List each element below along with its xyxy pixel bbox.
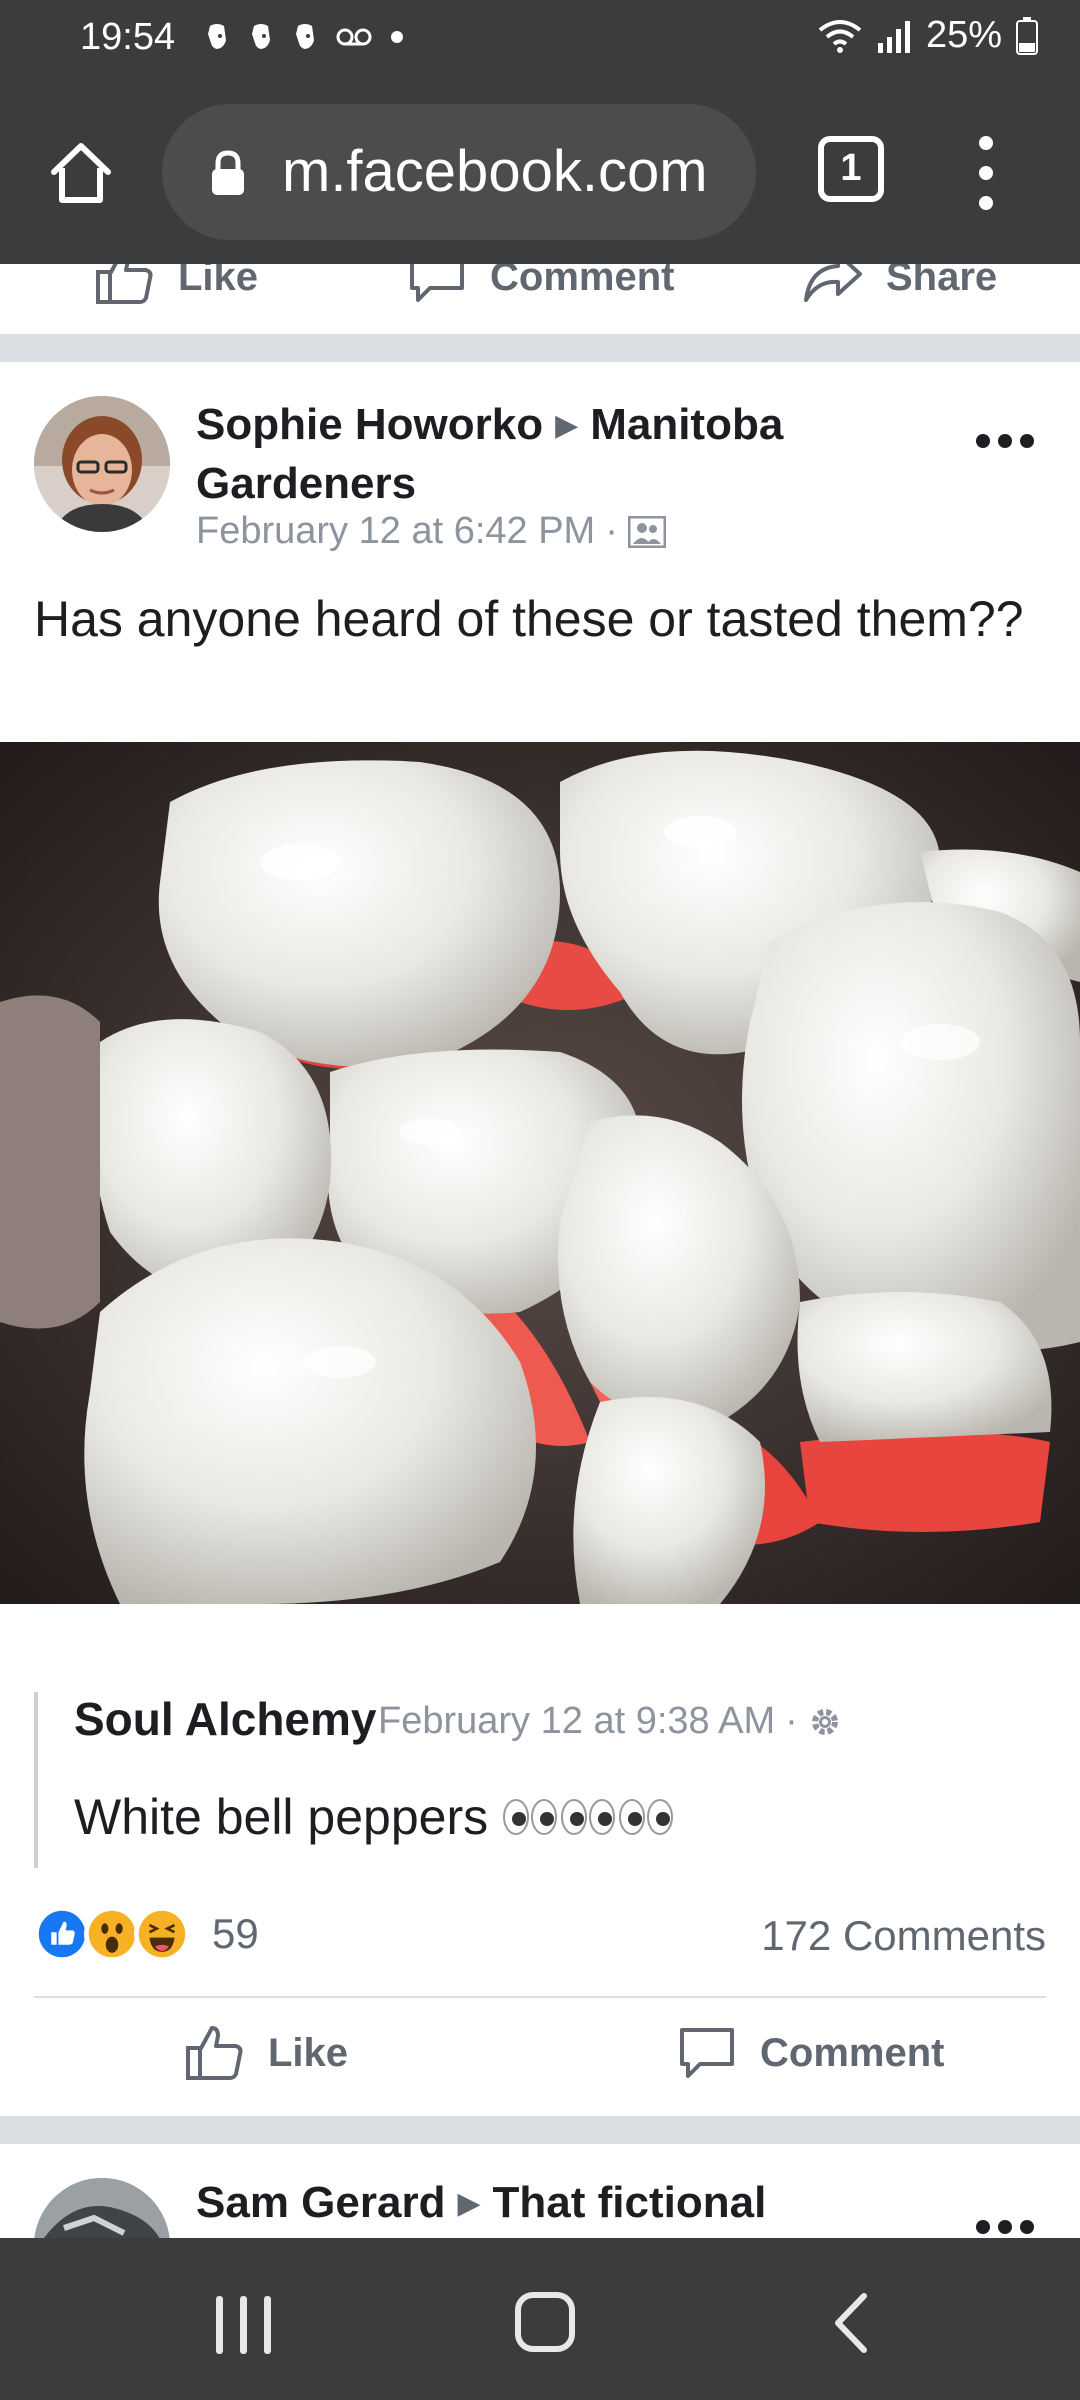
haha-reaction-icon — [134, 1906, 190, 1962]
next-author-photo — [34, 2178, 170, 2238]
like-button[interactable]: Like — [184, 2022, 348, 2084]
status-right: 25% — [818, 14, 1038, 57]
share-icon — [804, 264, 862, 302]
action-divider — [34, 1996, 1046, 1998]
wifi-icon — [818, 19, 862, 53]
recent-apps-icon[interactable] — [214, 2296, 274, 2354]
previous-like-label: Like — [178, 264, 259, 299]
top-comment[interactable]: Soul Alchemy February 12 at 9:38 AM · Wh… — [34, 1692, 1034, 1868]
comment-author-name[interactable]: Soul Alchemy — [74, 1692, 376, 1746]
author-avatar[interactable] — [34, 396, 170, 532]
system-navigation-bar — [0, 2238, 1080, 2400]
previous-share-label: Share — [886, 264, 998, 299]
evernote-icon — [252, 24, 270, 49]
post-text: Has anyone heard of these or tasted them… — [34, 591, 1024, 647]
back-icon[interactable] — [830, 2292, 870, 2354]
like-label: Like — [268, 2030, 349, 2075]
previous-share-button[interactable]: Share — [802, 264, 997, 308]
post-header: Sophie Howorko ▶ Manitoba Gardeners — [196, 396, 976, 513]
comment-timestamp[interactable]: February 12 at 9:38 AM — [378, 1700, 775, 1743]
lock-icon — [212, 150, 244, 195]
caret-right-icon: ▶ — [457, 2187, 481, 2220]
like-reaction-icon — [34, 1906, 90, 1962]
status-time: 19:54 — [80, 16, 176, 58]
home-button-icon[interactable] — [515, 2292, 575, 2352]
eyes-emoji-icon — [561, 1799, 616, 1835]
evernote-icon — [296, 24, 314, 49]
next-author-avatar[interactable] — [34, 2178, 170, 2238]
gear-icon — [811, 1708, 838, 1735]
comment-button[interactable]: Comment — [676, 2022, 944, 2084]
feed-separator — [0, 334, 1080, 362]
next-post-more-options-icon[interactable] — [976, 2212, 1036, 2238]
post-more-options-icon[interactable] — [976, 426, 1036, 456]
comments-count-link[interactable]: 172 Comments — [761, 1912, 1046, 1960]
thumbs-up-icon — [186, 2026, 243, 2080]
eyes-emoji-icon — [619, 1799, 674, 1835]
browser-toolbar: m.facebook.com 1 — [0, 84, 1080, 264]
next-post-group-name[interactable]: That fictional — [493, 2178, 767, 2227]
post-photo[interactable] — [0, 742, 1080, 1604]
next-post-author-name[interactable]: Sam Gerard — [196, 2178, 445, 2227]
group-privacy-icon — [627, 515, 666, 548]
post-meta: February 12 at 6:42 PM · — [196, 510, 666, 553]
signal-icon — [877, 20, 910, 53]
reaction-count: 59 — [212, 1910, 259, 1957]
previous-comment-label: Comment — [490, 264, 675, 299]
post-timestamp[interactable]: February 12 at 6:42 PM — [196, 510, 595, 553]
thumbs-up-icon — [96, 264, 153, 304]
battery-percent: 25% — [925, 14, 1002, 56]
evernote-icon — [208, 24, 226, 49]
previous-comment-button[interactable]: Comment — [406, 264, 674, 308]
eyes-emoji-group — [502, 1797, 674, 1837]
browser-menu-icon[interactable] — [972, 136, 1002, 212]
comment-text: White bell peppers — [74, 1789, 489, 1845]
meta-separator: · — [605, 510, 618, 552]
voicemail-icon — [336, 28, 372, 46]
tab-switcher-button[interactable]: 1 — [818, 136, 884, 202]
white-bell-peppers-image — [0, 742, 1080, 1604]
url-text: m.facebook.com — [282, 139, 708, 204]
caret-right-icon: ▶ — [555, 409, 579, 442]
address-bar[interactable]: m.facebook.com — [162, 104, 756, 240]
feed-separator — [0, 2116, 1080, 2144]
comment-meta: February 12 at 9:38 AM · — [378, 1700, 842, 1743]
status-bar: 19:54 25% — [0, 0, 1080, 84]
feed-post: Sophie Howorko ▶ Manitoba Gardeners Februa… — [0, 362, 1080, 2116]
comment-meta-separator: · — [785, 1700, 798, 1742]
eyes-emoji-icon — [503, 1799, 558, 1835]
next-feed-post: Sam Gerard ▶ That fictional — [0, 2144, 1080, 2238]
comment-icon — [410, 264, 464, 302]
reactions-summary[interactable]: 59 — [34, 1906, 259, 1962]
previous-like-button[interactable]: Like — [94, 264, 258, 308]
comment-text-row: White bell peppers — [74, 1788, 674, 1846]
home-icon[interactable] — [46, 138, 116, 208]
notification-icons — [204, 22, 404, 52]
dot-icon — [391, 31, 403, 43]
battery-icon — [1016, 16, 1038, 55]
next-post-header: Sam Gerard ▶ That fictional — [196, 2178, 766, 2228]
wow-reaction-icon — [84, 1906, 140, 1962]
comment-icon — [680, 2028, 734, 2078]
previous-post-actions: Like Comment Share — [0, 264, 1080, 334]
post-author-name[interactable]: Sophie Howorko — [196, 400, 543, 449]
comment-label: Comment — [760, 2030, 945, 2075]
author-photo — [34, 396, 170, 532]
